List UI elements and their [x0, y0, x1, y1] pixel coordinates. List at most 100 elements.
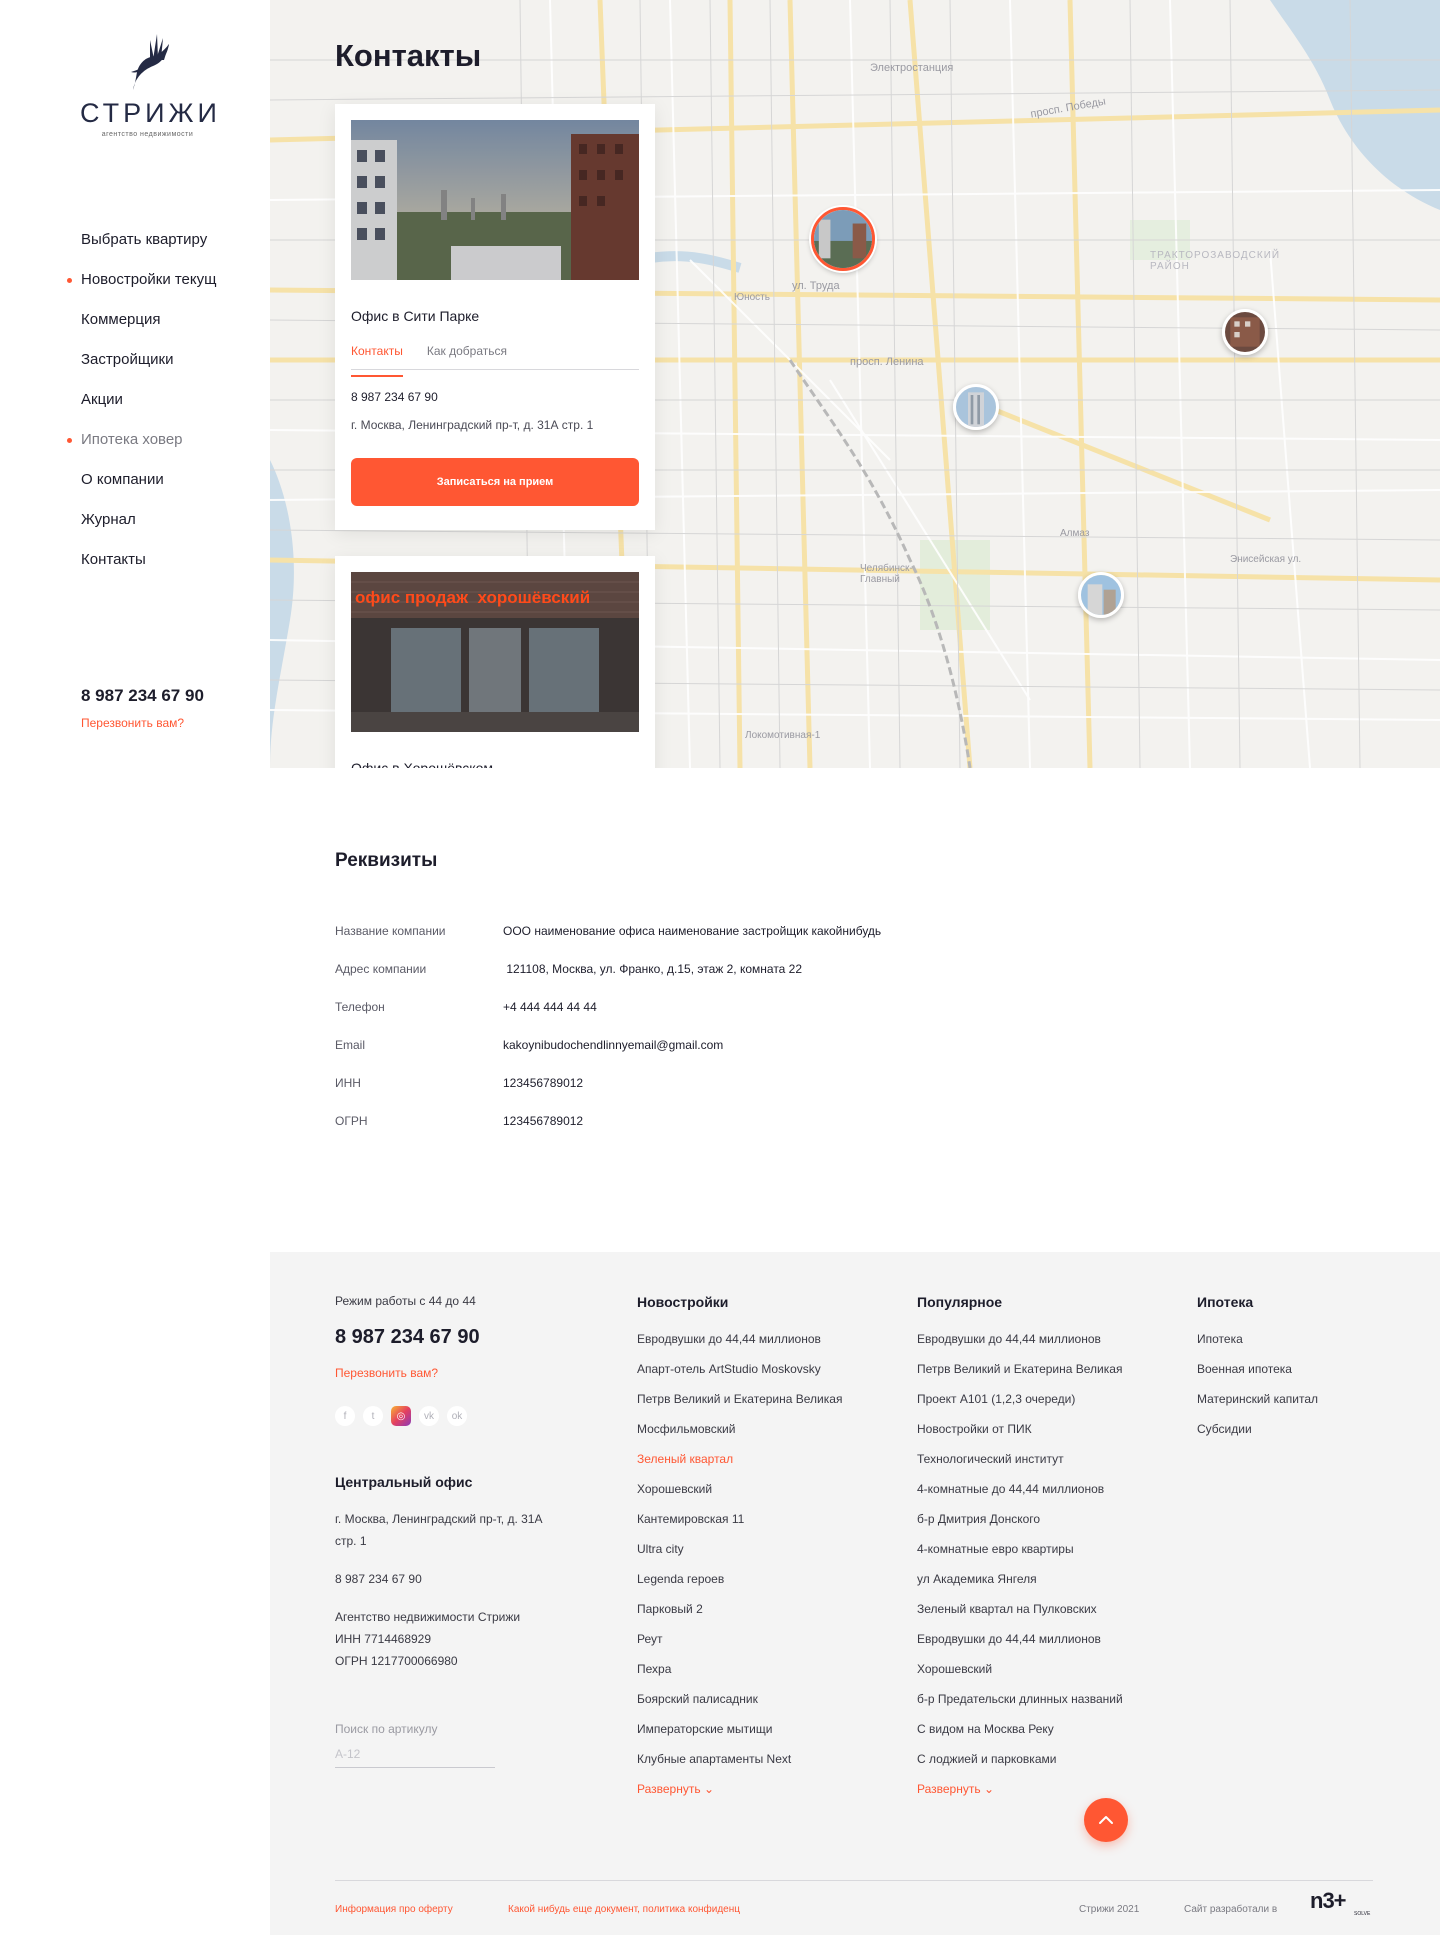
requisite-key: Название компании — [335, 924, 446, 938]
map-label: Локомотивная-1 — [745, 730, 821, 741]
nav-item-contacts[interactable]: Контакты — [81, 548, 216, 588]
footer-link[interactable]: б-р Предательски длинных названий — [917, 1692, 1123, 1722]
footer-link[interactable]: Евродвушки до 44,44 миллионов — [917, 1332, 1123, 1362]
footer-link[interactable]: Новостройки от ПИК — [917, 1422, 1123, 1452]
copyright: Стрижи 2021 — [1079, 1904, 1140, 1915]
odnoklassniki-icon[interactable]: ok — [447, 1406, 467, 1426]
nav-item-commerce[interactable]: Коммерция — [81, 308, 216, 348]
footer-link[interactable]: 4-комнатные евро квартиры — [917, 1542, 1123, 1572]
footer-link[interactable]: Императорские мытищи — [637, 1722, 842, 1752]
expand-label: Развернуть — [917, 1782, 981, 1796]
nav-item-new-buildings[interactable]: Новостройки текущ — [67, 268, 216, 308]
vk-icon[interactable]: vk — [419, 1406, 439, 1426]
twitter-icon[interactable]: t — [363, 1406, 383, 1426]
map-pin-office-city-park[interactable] — [811, 207, 875, 271]
map-pin-office-2[interactable] — [1222, 309, 1268, 355]
expand-popular-button[interactable]: Развернуть ⌄ — [917, 1782, 994, 1796]
office-phone[interactable]: 8 987 234 67 90 — [351, 390, 639, 404]
brand-logo[interactable]: СТРИЖИ агентство недвижимости — [80, 30, 217, 138]
footer-link[interactable]: Военная ипотека — [1197, 1362, 1318, 1392]
nav-item-promotions[interactable]: Акции — [81, 388, 216, 428]
book-appointment-button[interactable]: Записаться на прием — [351, 458, 639, 506]
table-row: ОГРН 123456789012 — [335, 1102, 881, 1140]
nav-item-journal[interactable]: Журнал — [81, 508, 216, 548]
footer-link[interactable]: Технологический институт — [917, 1452, 1123, 1482]
footer-link[interactable]: Пехра — [637, 1662, 842, 1692]
footer-link[interactable]: Проект А101 (1,2,3 очереди) — [917, 1392, 1123, 1422]
tab-directions[interactable]: Как добраться — [427, 344, 507, 369]
swift-logo-icon — [130, 34, 169, 90]
map-label: просп. Ленина — [850, 356, 924, 368]
footer-link[interactable]: С видом на Москва Реку — [917, 1722, 1123, 1752]
map-label: Электростанция — [870, 62, 954, 74]
nav-item-about[interactable]: О компании — [81, 468, 216, 508]
building-photo-icon — [956, 387, 996, 427]
footer-phone[interactable]: 8 987 234 67 90 — [335, 1326, 480, 1349]
office-photo-image — [351, 120, 639, 280]
contacts-map[interactable]: Электростанция просп. Победы ул. Труда Т… — [270, 0, 1440, 768]
nav-item-mortgage[interactable]: Ипотека ховер — [67, 428, 216, 468]
footer-link[interactable]: Хорошевский — [637, 1482, 842, 1512]
footer-link[interactable]: Мосфильмовский — [637, 1422, 842, 1452]
requisite-key: ОГРН — [335, 1114, 368, 1128]
footer-link[interactable]: ул Академика Янгеля — [917, 1572, 1123, 1602]
footer-link[interactable]: Ипотека — [1197, 1332, 1318, 1362]
nav-item-label: Акции — [81, 391, 123, 408]
company-name: Агентство недвижимости Стрижи — [335, 1610, 521, 1624]
tab-contacts[interactable]: Контакты — [351, 344, 403, 377]
footer-col-title-new-buildings: Новостройки — [637, 1294, 729, 1310]
nav-item-choose-apartment[interactable]: Выбрать квартиру — [81, 228, 216, 268]
office-title: Офис в Сити Парке — [351, 308, 480, 324]
map-pin-office-4[interactable] — [1078, 572, 1124, 618]
footer-col-title-mortgage: Ипотека — [1197, 1294, 1254, 1310]
sidebar-phone[interactable]: 8 987 234 67 90 — [81, 686, 204, 706]
expand-new-buildings-button[interactable]: Развернуть ⌄ — [637, 1782, 714, 1796]
footer-link[interactable]: Зеленый квартал на Пулковских — [917, 1602, 1123, 1632]
footer-link[interactable]: Хорошевский — [917, 1662, 1123, 1692]
article-search-input[interactable] — [335, 1740, 495, 1768]
instagram-icon[interactable]: ◎ — [391, 1406, 411, 1426]
footer-callback-link[interactable]: Перезвонить вам? — [335, 1366, 438, 1380]
footer-link[interactable]: Парковый 2 — [637, 1602, 842, 1632]
footer-link[interactable]: Евродвушки до 44,44 миллионов — [637, 1332, 842, 1362]
footer-link[interactable]: С лоджией и парковками — [917, 1752, 1123, 1782]
sidebar-callback-link[interactable]: Перезвонить вам? — [81, 716, 184, 730]
nav-item-developers[interactable]: Застройщики — [81, 348, 216, 388]
map-label: ТРАКТОРОЗАВОДСКИЙ РАЙОН — [1150, 250, 1281, 272]
nav-item-label: Контакты — [81, 551, 146, 568]
developer-logo[interactable]: n3+ SOLVE — [1310, 1890, 1370, 1917]
facebook-icon[interactable]: f — [335, 1406, 355, 1426]
footer-link[interactable]: Субсидии — [1197, 1422, 1318, 1452]
map-pin-office-3[interactable] — [953, 384, 999, 430]
footer-link[interactable]: Петрв Великий и Екатерина Великая — [917, 1362, 1123, 1392]
footer-link[interactable]: Legenda героев — [637, 1572, 842, 1602]
offer-info-link[interactable]: Информация про оферту — [335, 1904, 453, 1915]
footer-link[interactable]: Боярский палисадник — [637, 1692, 842, 1722]
footer-link-active[interactable]: Зеленый квартал — [637, 1452, 842, 1482]
footer-link[interactable]: Апарт-отель ArtStudio Moskovsky — [637, 1362, 842, 1392]
map-label: Энисейская ул. — [1230, 554, 1302, 565]
nav-item-label: Застройщики — [81, 351, 174, 368]
privacy-policy-link[interactable]: Какой нибудь еще документ, политика конф… — [508, 1904, 740, 1915]
footer-link[interactable]: Евродвушки до 44,44 миллионов — [917, 1632, 1123, 1662]
company-inn: ИНН 7714468929 — [335, 1632, 432, 1646]
office-photo: офис продаж хорошёвский — [351, 572, 639, 732]
scroll-to-top-button[interactable] — [1084, 1798, 1128, 1842]
footer-link[interactable]: Клубные апартаменты Next — [637, 1752, 842, 1782]
active-dot-icon — [67, 278, 72, 283]
chevron-down-icon: ⌄ — [983, 1782, 995, 1796]
footer-link[interactable]: Петрв Великий и Екатерина Великая — [637, 1392, 842, 1422]
footer-link[interactable]: Реут — [637, 1632, 842, 1662]
expand-label: Развернуть — [637, 1782, 701, 1796]
developer-credit: Сайт разработали в — [1184, 1904, 1278, 1915]
developer-logo-sub: SOLVE — [1354, 1911, 1371, 1917]
footer-link[interactable]: Кантемировская 11 — [637, 1512, 842, 1542]
footer-link[interactable]: Материнский капитал — [1197, 1392, 1318, 1422]
footer-link[interactable]: б-р Дмитрия Донского — [917, 1512, 1123, 1542]
main-nav: Выбрать квартиру Новостройки текущ Комме… — [67, 228, 216, 588]
footer-divider — [335, 1880, 1373, 1881]
central-office-phone[interactable]: 8 987 234 67 90 — [335, 1568, 555, 1590]
footer-link[interactable]: 4-комнатные до 44,44 миллионов — [917, 1482, 1123, 1512]
footer-link[interactable]: Ultra city — [637, 1542, 842, 1572]
office-card: офис продаж хорошёвский Офис в Хорошёвск… — [335, 556, 655, 768]
